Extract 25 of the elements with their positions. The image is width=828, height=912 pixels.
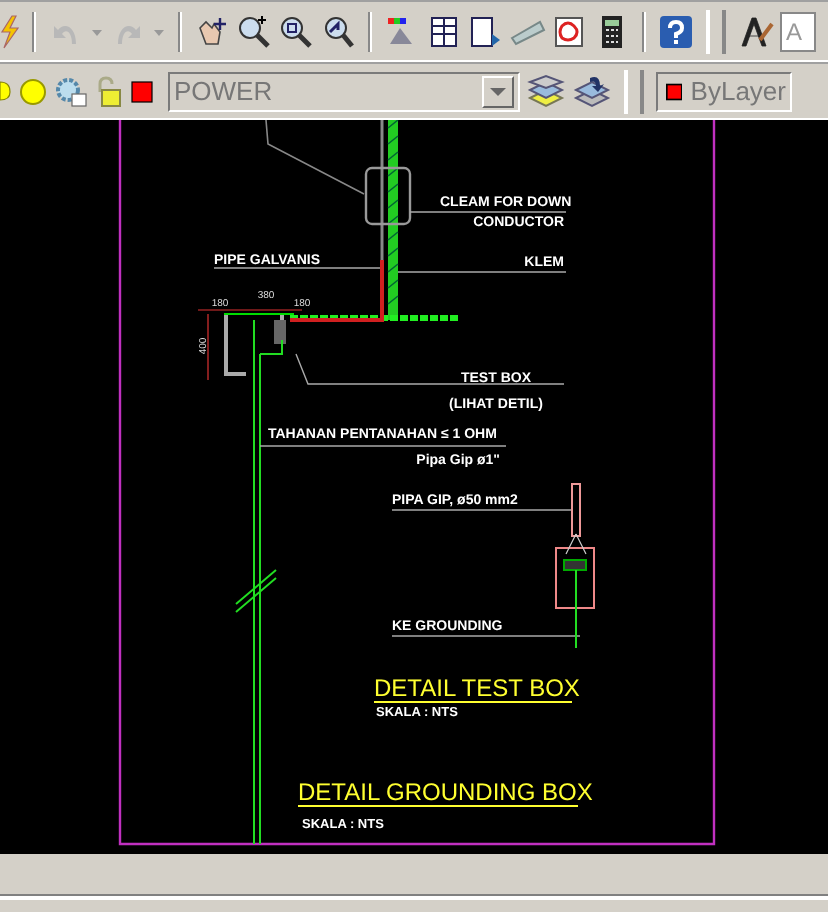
layers-icon[interactable] bbox=[526, 73, 566, 109]
lock-icon[interactable] bbox=[94, 75, 124, 107]
zoom-previous-icon[interactable] bbox=[320, 13, 356, 49]
toolbar-grip[interactable] bbox=[624, 69, 644, 113]
zoom-window-icon[interactable] bbox=[278, 13, 314, 49]
color-swatch-icon bbox=[130, 75, 154, 107]
lightning-icon[interactable] bbox=[0, 13, 20, 49]
grid-icon[interactable] bbox=[426, 13, 462, 49]
test-box-drawing bbox=[197, 309, 303, 381]
drawing-canvas[interactable] bbox=[0, 120, 828, 854]
text-style-field[interactable]: A bbox=[780, 11, 816, 51]
text-style-icon[interactable] bbox=[738, 13, 774, 49]
bulb-icon[interactable] bbox=[0, 75, 12, 107]
hand-icon[interactable] bbox=[194, 13, 230, 49]
detail-title: DETAIL TEST BOX bbox=[374, 674, 580, 702]
detail-title: DETAIL GROUNDING BOX bbox=[298, 778, 593, 806]
zoom-icon[interactable] bbox=[236, 13, 272, 49]
help-icon[interactable] bbox=[658, 13, 694, 49]
toolbar-grip[interactable] bbox=[706, 9, 726, 53]
layer-dropdown[interactable]: POWER bbox=[168, 71, 520, 111]
sun-icon[interactable] bbox=[18, 75, 48, 107]
layers-icon[interactable] bbox=[572, 73, 612, 109]
color-dropdown[interactable]: ByLayer bbox=[656, 71, 792, 111]
document-icon[interactable] bbox=[468, 13, 504, 49]
color-swatch-icon bbox=[666, 81, 683, 101]
